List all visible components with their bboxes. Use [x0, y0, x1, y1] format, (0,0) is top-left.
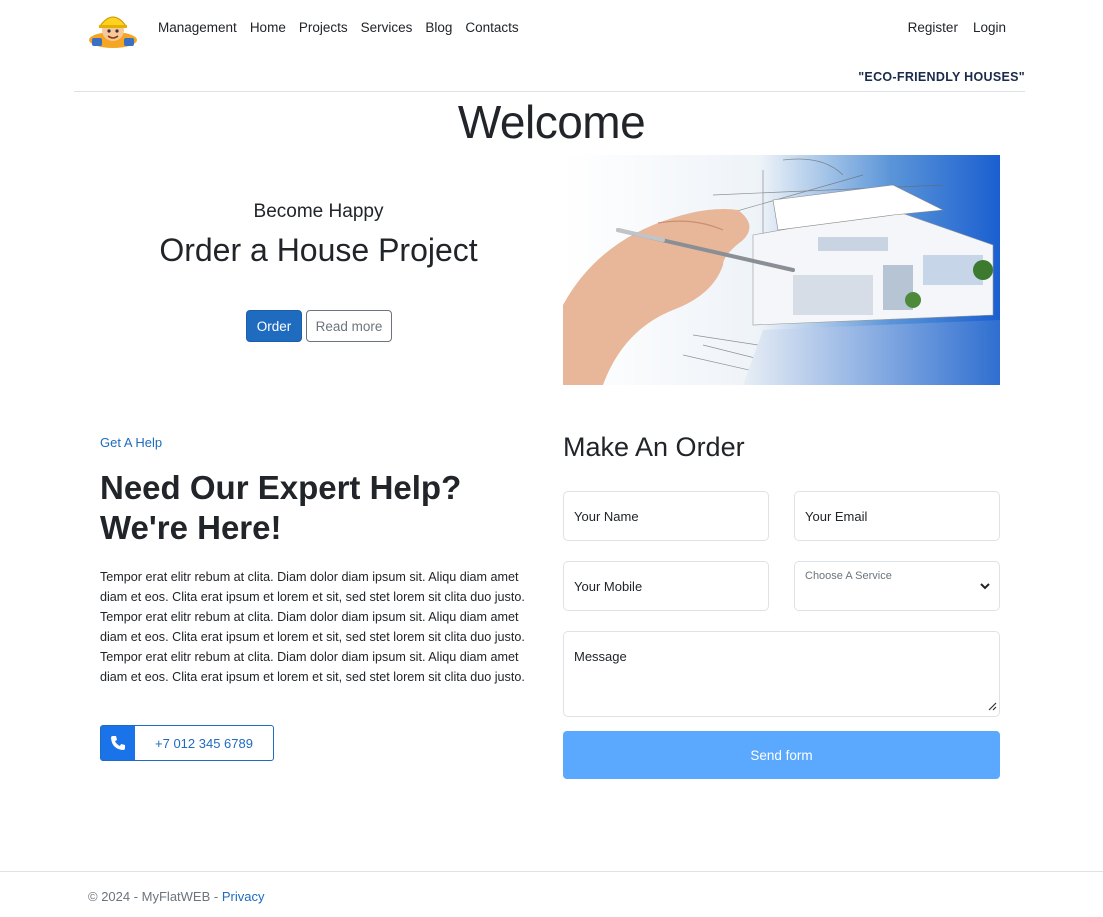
help-paragraph: Tempor erat elitr rebum at clita. Diam d…	[100, 570, 525, 684]
hero-subtitle: Become Happy	[253, 201, 384, 222]
phone-icon	[101, 726, 135, 760]
welcome-heading: Welcome	[457, 96, 646, 148]
nav-projects[interactable]: Projects	[299, 20, 348, 35]
register-link[interactable]: Register	[908, 20, 958, 35]
nav-management[interactable]: Management	[158, 20, 237, 35]
service-select[interactable]: Choose A Service	[794, 561, 1000, 611]
hero-title: Order a House Project	[159, 232, 478, 268]
tagline: "ECO-FRIENDLY HOUSES"	[858, 70, 1025, 84]
chevron-down-icon	[979, 580, 991, 595]
nav-contacts[interactable]: Contacts	[465, 20, 518, 35]
service-placeholder: Choose A Service	[805, 570, 892, 582]
name-input[interactable]: Your Name	[563, 491, 769, 541]
phone-button[interactable]: +7 012 345 6789	[100, 725, 274, 761]
mobile-input[interactable]: Your Mobile	[563, 561, 769, 611]
email-placeholder: Your Email	[805, 508, 868, 524]
nav-divider	[74, 91, 1025, 92]
house-sketch-image	[563, 155, 1000, 385]
order-button[interactable]: Order	[246, 310, 302, 342]
privacy-link[interactable]: Privacy	[222, 889, 265, 904]
name-placeholder: Your Name	[574, 508, 639, 524]
builder-logo-icon[interactable]	[88, 10, 138, 48]
auth-links: Register Login	[908, 20, 1006, 35]
message-placeholder: Message	[574, 649, 627, 664]
nav-home[interactable]: Home	[250, 20, 286, 35]
message-textarea[interactable]: Message	[563, 631, 1000, 717]
help-title: Need Our Expert Help? We're Here!	[100, 469, 462, 546]
login-link[interactable]: Login	[973, 20, 1006, 35]
read-more-button[interactable]: Read more	[306, 310, 392, 342]
mobile-placeholder: Your Mobile	[574, 578, 643, 594]
nav-blog[interactable]: Blog	[425, 20, 452, 35]
footer-divider	[0, 871, 1103, 872]
help-kicker: Get A Help	[100, 435, 163, 450]
copyright-text: © 2024 - MyFlatWEB -	[88, 889, 222, 904]
resize-grip-icon[interactable]	[987, 699, 997, 714]
main-nav: Management Home Projects Services Blog C…	[158, 20, 519, 35]
send-form-button[interactable]: Send form	[563, 731, 1000, 779]
phone-number: +7 012 345 6789	[155, 735, 253, 751]
navbar: Management Home Projects Services Blog C…	[88, 8, 1018, 50]
footer: © 2024 - MyFlatWEB - Privacy	[88, 889, 264, 904]
email-input[interactable]: Your Email	[794, 491, 1000, 541]
form-title: Make An Order	[563, 432, 745, 462]
nav-services[interactable]: Services	[361, 20, 413, 35]
